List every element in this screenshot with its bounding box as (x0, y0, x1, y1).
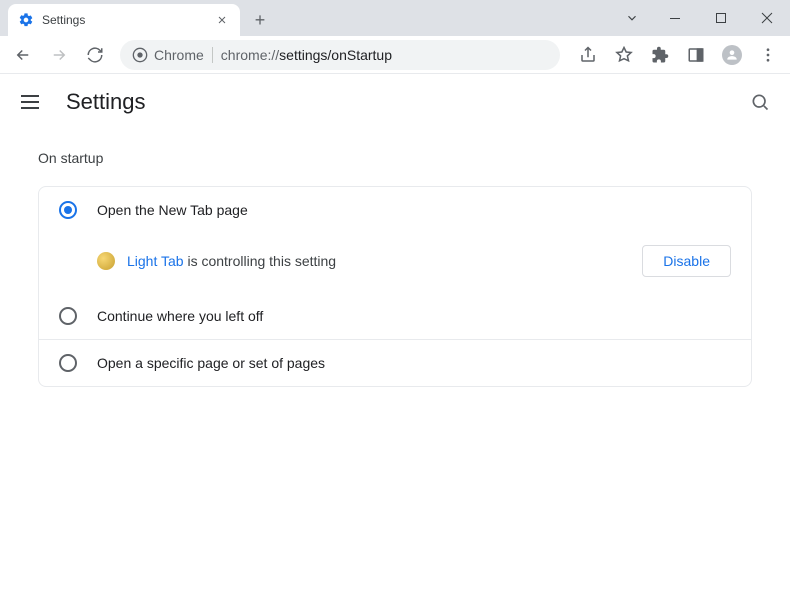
kebab-menu-icon[interactable] (752, 40, 784, 70)
share-icon[interactable] (572, 40, 604, 70)
tab-title: Settings (42, 13, 206, 27)
chevron-down-icon[interactable] (612, 0, 652, 36)
gear-icon (18, 12, 34, 28)
back-button[interactable] (6, 40, 40, 70)
browser-tab[interactable]: Settings (8, 4, 240, 36)
startup-card: Open the New Tab page Light Tab is contr… (38, 186, 752, 387)
window-minimize-button[interactable] (652, 0, 698, 36)
settings-content: On startup Open the New Tab page Light T… (0, 130, 790, 407)
window-maximize-button[interactable] (698, 0, 744, 36)
extensions-icon[interactable] (644, 40, 676, 70)
option-label: Open the New Tab page (97, 202, 248, 218)
disable-button[interactable]: Disable (642, 245, 731, 277)
extension-favicon (97, 252, 115, 270)
option-label: Continue where you left off (97, 308, 263, 324)
window-close-button[interactable] (744, 0, 790, 36)
menu-icon[interactable] (18, 90, 42, 114)
option-specific-pages[interactable]: Open a specific page or set of pages (39, 339, 751, 386)
radio-icon[interactable] (59, 354, 77, 372)
bookmark-star-icon[interactable] (608, 40, 640, 70)
new-tab-button[interactable]: + (246, 6, 274, 34)
close-icon[interactable] (214, 12, 230, 28)
page-title: Settings (66, 89, 724, 115)
window-controls (612, 0, 790, 36)
search-icon[interactable] (748, 92, 772, 112)
controlling-text: Light Tab is controlling this setting (127, 253, 336, 269)
url-text: chrome://settings/onStartup (221, 47, 392, 63)
reload-button[interactable] (78, 40, 112, 70)
omnibox[interactable]: Chrome chrome://settings/onStartup (120, 40, 560, 70)
option-label: Open a specific page or set of pages (97, 355, 325, 371)
chrome-badge: Chrome (132, 47, 204, 63)
option-new-tab[interactable]: Open the New Tab page (39, 187, 751, 233)
profile-avatar[interactable] (716, 40, 748, 70)
settings-header: Settings (0, 74, 790, 130)
forward-button[interactable] (42, 40, 76, 70)
side-panel-icon[interactable] (680, 40, 712, 70)
option-continue[interactable]: Continue where you left off (39, 293, 751, 339)
omnibox-divider (212, 47, 213, 63)
radio-icon[interactable] (59, 201, 77, 219)
radio-icon[interactable] (59, 307, 77, 325)
browser-titlebar: Settings + (0, 0, 790, 36)
toolbar-icons (572, 40, 784, 70)
extension-link[interactable]: Light Tab (127, 253, 184, 269)
browser-toolbar: Chrome chrome://settings/onStartup (0, 36, 790, 74)
security-label: Chrome (154, 47, 204, 63)
section-label: On startup (38, 150, 752, 166)
controlling-extension-row: Light Tab is controlling this setting Di… (39, 233, 751, 293)
